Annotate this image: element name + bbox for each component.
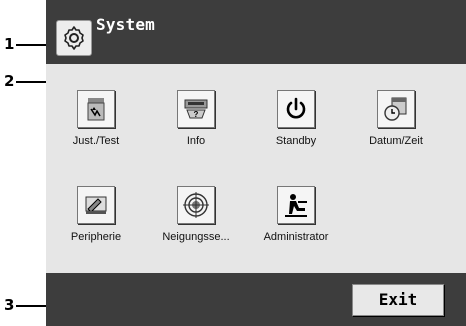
callout-number-3: 3 — [4, 296, 15, 314]
gear-icon[interactable] — [56, 20, 92, 56]
tile-info[interactable]: ? Info — [141, 90, 251, 170]
adjust-test-icon — [87, 98, 105, 121]
tile-label: Administrator — [263, 231, 329, 243]
callout-number-1: 1 — [4, 35, 15, 53]
svg-text:?: ? — [194, 110, 199, 119]
peripherals-button[interactable] — [77, 186, 115, 224]
administrator-button[interactable] — [277, 186, 315, 224]
tile-administrator[interactable]: Administrator — [241, 186, 351, 266]
exit-button[interactable]: Exit — [352, 284, 444, 316]
tile-label: Standby — [275, 135, 317, 147]
header-bar: System — [46, 0, 466, 64]
page-title: System — [96, 15, 155, 34]
administrator-icon — [285, 194, 307, 217]
clock-calendar-icon — [384, 97, 407, 121]
callout-number-2: 2 — [4, 72, 15, 90]
tile-label: Neigungsse... — [162, 231, 230, 243]
standby-button[interactable] — [277, 90, 315, 128]
menu-panel: Just./Test ? Info Standby Datum/Zeit Per… — [46, 64, 466, 273]
date-time-button[interactable] — [377, 90, 415, 128]
tile-standby[interactable]: Standby — [241, 90, 351, 170]
level-sensor-button[interactable] — [177, 186, 215, 224]
info-icon: ? — [184, 99, 208, 119]
power-icon — [286, 97, 306, 119]
tile-peripherie[interactable]: Peripherie — [41, 186, 151, 266]
info-button[interactable]: ? — [177, 90, 215, 128]
level-sensor-icon — [183, 192, 209, 218]
peripherals-icon — [85, 196, 107, 214]
tile-just-test[interactable]: Just./Test — [41, 90, 151, 170]
footer-bar: Exit — [46, 273, 466, 326]
device-screen: System Just./Test ? Info Standby Datum/Z… — [46, 0, 466, 326]
tile-datum-zeit[interactable]: Datum/Zeit — [341, 90, 451, 170]
tile-label: Peripherie — [70, 231, 122, 243]
adjust-test-button[interactable] — [77, 90, 115, 128]
tile-label: Just./Test — [72, 135, 120, 147]
tile-neigungssensor[interactable]: Neigungsse... — [141, 186, 251, 266]
tile-label: Info — [186, 135, 206, 147]
tile-label: Datum/Zeit — [369, 135, 423, 147]
